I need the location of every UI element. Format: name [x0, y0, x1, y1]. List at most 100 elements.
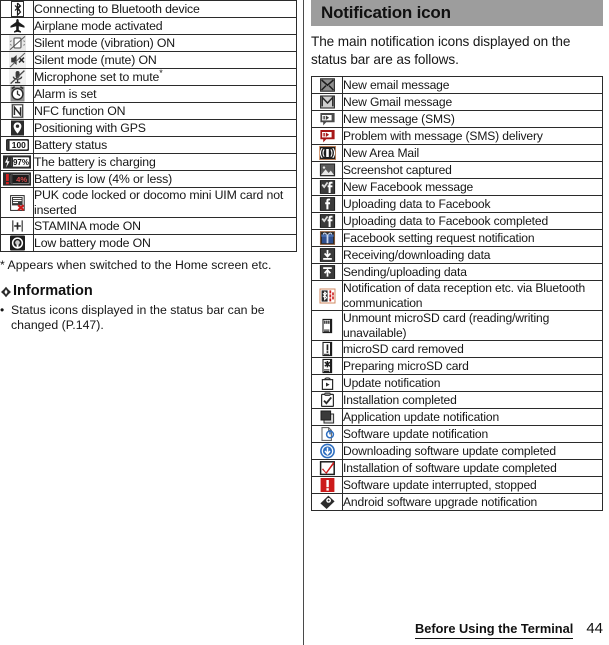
footnote-marker: *	[159, 67, 163, 78]
table-row: Installation of software update complete…	[311, 459, 603, 477]
software-install-complete-icon	[319, 460, 336, 476]
left-column: Connecting to Bluetooth device Airplane …	[0, 0, 297, 333]
bullet-marker: •	[0, 303, 5, 317]
notification-icon-description: New Area Mail	[342, 144, 603, 162]
icon-cell	[0, 102, 34, 120]
notification-icon-description: Android software upgrade notification	[342, 493, 603, 511]
table-row: New Area Mail	[311, 144, 603, 162]
software-download-complete-icon	[319, 443, 336, 459]
running-head: Before Using the Terminal	[414, 621, 574, 639]
right-column: Notification icon The main notification …	[311, 0, 603, 511]
microphone-mute-icon	[8, 69, 26, 85]
stamina-mode-icon	[8, 218, 26, 234]
icon-cell	[311, 280, 343, 311]
icon-cell	[311, 144, 343, 162]
status-icon-description: Silent mode (mute) ON	[33, 51, 297, 69]
desc-text: Microphone set to mute	[34, 69, 160, 84]
icon-cell	[311, 442, 343, 460]
notification-icon-description: New Gmail message	[342, 93, 603, 111]
new-sms-icon	[319, 111, 336, 127]
status-icon-description: The battery is charging	[33, 153, 297, 171]
notification-icon-description: Screenshot captured	[342, 161, 603, 179]
new-area-mail-icon	[318, 145, 336, 161]
table-row: Uploading data to Facebook	[311, 195, 603, 213]
application-update-icon	[319, 409, 336, 425]
page-footer: Before Using the Terminal 44	[311, 620, 603, 639]
new-facebook-message-icon	[319, 179, 336, 195]
table-row: Receiving/downloading data	[311, 246, 603, 264]
icon-cell	[0, 85, 34, 103]
status-icon-description: NFC function ON	[33, 102, 297, 120]
table-row: Microphone set to mute*	[0, 67, 297, 86]
notification-icon-description: Receiving/downloading data	[342, 246, 603, 264]
icon-cell	[0, 234, 34, 252]
list-item-text: Status icons displayed in the status bar…	[11, 303, 265, 332]
page-number: 44	[586, 620, 603, 637]
airplane-mode-icon	[8, 18, 26, 34]
icon-cell	[311, 263, 343, 281]
table-row: Sending/uploading data	[311, 263, 603, 281]
status-icon-description: Airplane mode activated	[33, 17, 297, 35]
table-row: New Gmail message	[311, 93, 603, 111]
table-row: 4% Battery is low (4% or less)	[0, 170, 297, 188]
bluetooth-reception-icon	[319, 288, 336, 304]
sms-delivery-problem-icon	[319, 128, 336, 144]
icon-cell: 97%	[0, 153, 34, 171]
table-row: Airplane mode activated	[0, 17, 297, 35]
table-row: New Facebook message	[311, 178, 603, 196]
icon-cell	[311, 93, 343, 111]
update-notification-icon	[319, 375, 336, 391]
icon-cell	[0, 51, 34, 69]
section-header: Notification icon	[311, 0, 603, 26]
status-icon-description: Microphone set to mute*	[33, 67, 297, 86]
icon-cell	[311, 212, 343, 230]
diamond-icon	[0, 286, 12, 298]
notification-icon-description: Uploading data to Facebook completed	[342, 212, 603, 230]
table-row: Android software upgrade notification	[311, 493, 603, 511]
notification-icon-description: Downloading software update completed	[342, 442, 603, 460]
notification-icon-description: Problem with message (SMS) delivery	[342, 127, 603, 145]
status-icon-description: PUK code locked or docomo mini UIM card …	[33, 187, 297, 218]
icon-cell	[0, 119, 34, 137]
section-intro-text: The main notification icons displayed on…	[311, 34, 571, 67]
notification-icon-description: New message (SMS)	[342, 110, 603, 128]
table-row: Unmount microSD card (reading/writing un…	[311, 310, 603, 341]
table-row: 97% The battery is charging	[0, 153, 297, 171]
column-divider	[303, 0, 304, 645]
information-heading: Information	[0, 283, 297, 300]
facebook-uploading-icon	[319, 196, 336, 212]
installation-completed-icon	[319, 392, 336, 408]
table-row: New message (SMS)	[311, 110, 603, 128]
icon-cell	[311, 476, 343, 494]
footnote-text: * Appears when switched to the Home scre…	[0, 258, 272, 272]
status-icon-description: Battery is low (4% or less)	[33, 170, 297, 188]
icon-cell	[0, 217, 34, 235]
icon-cell	[311, 195, 343, 213]
android-upgrade-icon	[319, 494, 336, 510]
icon-cell	[311, 425, 343, 443]
icon-cell: 100	[0, 136, 34, 154]
table-row: NFC function ON	[0, 102, 297, 120]
facebook-upload-complete-icon	[319, 213, 336, 229]
table-row: Connecting to Bluetooth device	[0, 0, 297, 18]
new-email-icon	[319, 77, 336, 93]
icon-cell	[311, 246, 343, 264]
notification-icon-description: Application update notification	[342, 408, 603, 426]
notification-icon-description: Unmount microSD card (reading/writing un…	[342, 310, 603, 341]
icon-cell	[311, 408, 343, 426]
notification-icon-description: Facebook setting request notification	[342, 229, 603, 247]
table-row: Silent mode (mute) ON	[0, 51, 297, 69]
notification-icon-description: New email message	[342, 76, 603, 94]
table-row: New email message	[311, 76, 603, 94]
table-row: Facebook setting request notification	[311, 229, 603, 247]
icon-cell	[311, 161, 343, 179]
notification-icon-table: New email message New Gmail message New …	[311, 76, 603, 511]
status-icon-description: Positioning with GPS	[33, 119, 297, 137]
table-row: Application update notification	[311, 408, 603, 426]
table-row: Alarm is set	[0, 85, 297, 103]
icon-cell	[311, 493, 343, 511]
nfc-on-icon	[9, 103, 26, 119]
status-icon-description: STAMINA mode ON	[33, 217, 297, 235]
puk-locked-sim-icon	[9, 194, 26, 211]
low-battery-mode-icon	[9, 235, 26, 251]
